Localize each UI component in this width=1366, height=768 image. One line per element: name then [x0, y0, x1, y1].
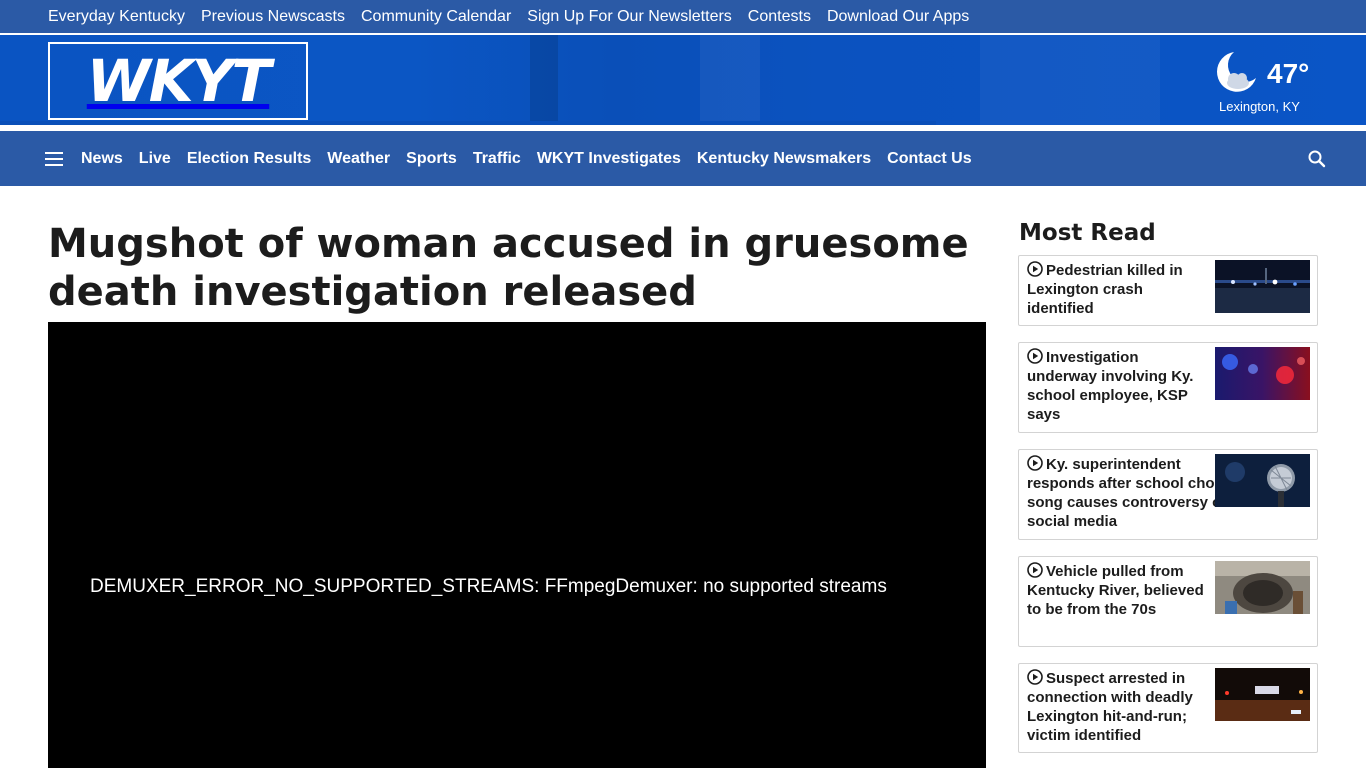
nav-item-contact-us[interactable]: Contact Us [887, 150, 971, 168]
main-nav: News Live Election Results Weather Sport… [0, 131, 1366, 186]
most-read-headline: Suspect arrested in connection with dead… [1027, 669, 1193, 744]
utility-link-newsletters[interactable]: Sign Up For Our Newsletters [527, 8, 732, 26]
logo-text: WKYT [86, 47, 271, 115]
weather-temperature: 47° [1267, 58, 1310, 89]
most-read-headline: Pedestrian killed in Lexington crash ide… [1027, 261, 1183, 317]
search-icon[interactable] [1307, 149, 1327, 169]
play-circle-icon [1027, 669, 1043, 685]
nav-item-weather[interactable]: Weather [327, 150, 390, 168]
play-circle-icon [1027, 261, 1043, 277]
thumbnail-image [1215, 454, 1310, 507]
video-error-message: DEMUXER_ERROR_NO_SUPPORTED_STREAMS: FFmp… [90, 576, 887, 597]
nav-item-live[interactable]: Live [139, 150, 171, 168]
play-circle-icon [1027, 562, 1043, 578]
nav-item-traffic[interactable]: Traffic [473, 150, 521, 168]
play-circle-icon [1027, 455, 1043, 471]
most-read-item[interactable]: Vehicle pulled from Kentucky River, beli… [1018, 556, 1318, 647]
nav-item-sports[interactable]: Sports [406, 150, 457, 168]
utility-nav: Everyday Kentucky Previous Newscasts Com… [0, 0, 1366, 33]
utility-link-community-calendar[interactable]: Community Calendar [361, 8, 511, 26]
thumbnail-image [1215, 668, 1310, 721]
weather-location: Lexington, KY [1219, 99, 1300, 114]
masthead-decoration [700, 35, 760, 127]
nav-item-election-results[interactable]: Election Results [187, 150, 311, 168]
thumbnail-image [1215, 347, 1310, 400]
most-read-headline: Ky. superintendent responds after school… [1027, 455, 1238, 530]
most-read-title: Most Read [1019, 220, 1156, 246]
nav-item-kentucky-newsmakers[interactable]: Kentucky Newsmakers [697, 150, 871, 168]
most-read-item[interactable]: Pedestrian killed in Lexington crash ide… [1018, 255, 1318, 326]
wkyt-logo[interactable]: WKYT [48, 42, 308, 120]
nav-item-news[interactable]: News [81, 150, 123, 168]
masthead-decoration [980, 35, 1160, 127]
utility-link-download-apps[interactable]: Download Our Apps [827, 8, 969, 26]
partly-cloudy-night-icon [1216, 52, 1256, 92]
thumbnail-image [1215, 260, 1310, 313]
utility-link-contests[interactable]: Contests [748, 8, 811, 26]
play-circle-icon [1027, 348, 1043, 364]
most-read-item[interactable]: Suspect arrested in connection with dead… [1018, 663, 1318, 753]
masthead-decoration [530, 35, 558, 127]
utility-link-previous-newscasts[interactable]: Previous Newscasts [201, 8, 345, 26]
weather-widget[interactable]: 47° Lexington, KY [1208, 44, 1323, 116]
video-player[interactable]: DEMUXER_ERROR_NO_SUPPORTED_STREAMS: FFmp… [48, 322, 986, 768]
thumbnail-image [1215, 561, 1310, 614]
most-read-item[interactable]: Ky. superintendent responds after school… [1018, 449, 1318, 540]
most-read-headline: Vehicle pulled from Kentucky River, beli… [1027, 562, 1204, 618]
article-headline: Mugshot of woman accused in gruesome dea… [48, 221, 969, 315]
most-read-headline: Investigation underway involving Ky. sch… [1027, 348, 1194, 423]
utility-link-everyday-kentucky[interactable]: Everyday Kentucky [48, 8, 185, 26]
hamburger-menu-icon[interactable] [45, 151, 63, 166]
nav-item-wkyt-investigates[interactable]: WKYT Investigates [537, 150, 681, 168]
most-read-item[interactable]: Investigation underway involving Ky. sch… [1018, 342, 1318, 433]
